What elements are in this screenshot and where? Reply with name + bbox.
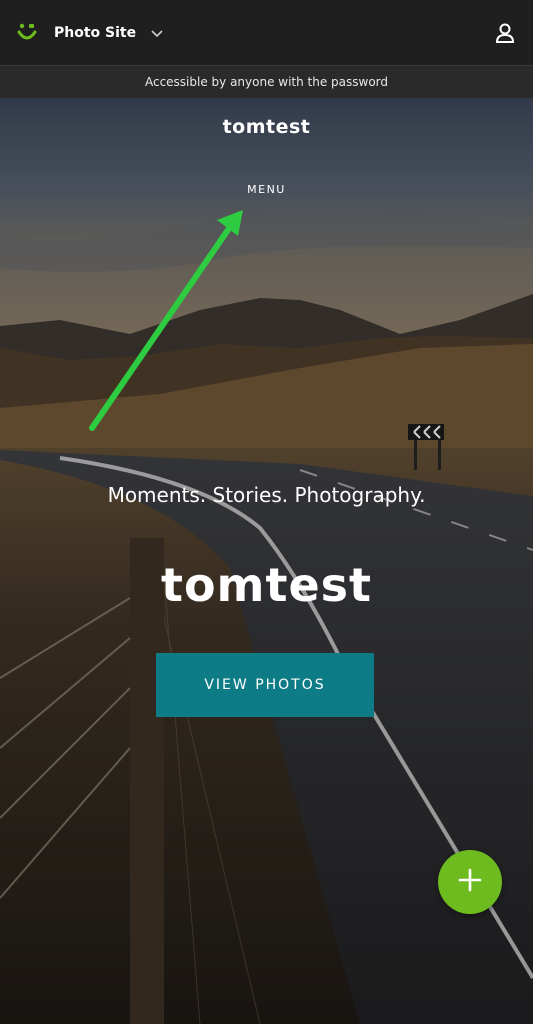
chevron-down-icon — [150, 26, 164, 40]
menu-button[interactable]: MENU — [0, 183, 533, 196]
access-banner: Accessible by anyone with the password — [0, 65, 533, 98]
top-app-bar: Photo Site — [0, 0, 533, 65]
view-photos-button[interactable]: VIEW PHOTOS — [156, 653, 374, 717]
tagline: Moments. Stories. Photography. — [107, 483, 426, 507]
site-switcher-button[interactable]: Photo Site — [52, 25, 164, 41]
hero-title: tomtest — [160, 558, 373, 612]
app-root: Photo Site Accessible by anyone with the… — [0, 0, 533, 1024]
site-header-title[interactable]: tomtest — [0, 116, 533, 138]
smugmug-smile-icon[interactable] — [16, 22, 38, 44]
user-icon[interactable] — [493, 21, 517, 45]
add-content-button[interactable] — [438, 850, 502, 914]
plus-icon — [457, 867, 483, 897]
site-name: Photo Site — [54, 24, 137, 41]
